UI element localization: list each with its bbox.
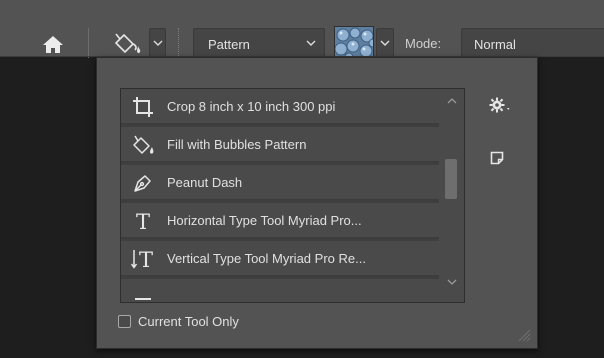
tool-preset-dropdown-button[interactable] [149, 28, 166, 57]
chevron-down-icon[interactable] [447, 279, 457, 286]
current-tool-only-checkbox[interactable] [118, 315, 131, 328]
fill-source-select[interactable]: Pattern [193, 28, 325, 57]
blend-mode-value: Normal [474, 37, 516, 52]
list-item-label: Horizontal Type Tool Myriad Pro... [167, 213, 362, 228]
tool-presets-panel: Crop 8 inch x 10 inch 300 ppi Fill with … [96, 57, 538, 349]
resize-grip-icon[interactable] [515, 326, 531, 342]
horizontal-type-icon: T [130, 208, 156, 234]
mode-label: Mode: [405, 36, 442, 51]
list-item[interactable]: Peanut Dash [121, 165, 439, 201]
paint-bucket-icon [130, 132, 156, 158]
fill-source-value: Pattern [208, 37, 250, 52]
crop-icon [130, 94, 156, 120]
svg-text:T: T [139, 248, 153, 272]
list-item[interactable]: Fill with Bubbles Pattern [121, 127, 439, 163]
list-item[interactable] [121, 279, 439, 302]
options-bar: Pattern Mode: Normal [0, 0, 604, 59]
chevron-down-icon [153, 40, 163, 46]
scrollbar-thumb[interactable] [445, 159, 457, 199]
list-item-label: Fill with Bubbles Pattern [167, 137, 307, 152]
tool-preset-list[interactable]: Crop 8 inch x 10 inch 300 ppi Fill with … [120, 88, 440, 303]
blend-mode-select[interactable]: Normal [461, 28, 604, 57]
home-icon[interactable] [40, 33, 66, 57]
list-item-label: Peanut Dash [167, 175, 243, 190]
vertical-type-icon: T [130, 246, 156, 272]
list-item[interactable]: Crop 8 inch x 10 inch 300 ppi [121, 89, 439, 125]
current-tool-only-label: Current Tool Only [138, 314, 239, 329]
list-scrollbar[interactable] [439, 88, 465, 303]
list-item[interactable]: T Horizontal Type Tool Myriad Pro... [121, 203, 439, 239]
separator [88, 28, 89, 58]
partial-icon [130, 284, 156, 302]
list-item-label: Crop 8 inch x 10 inch 300 ppi [167, 99, 336, 114]
pen-tool-icon [130, 170, 156, 196]
pattern-picker-button[interactable] [376, 28, 394, 57]
chevron-up-icon[interactable] [447, 97, 457, 104]
pattern-swatch[interactable] [334, 26, 374, 58]
chevron-down-icon [380, 40, 390, 46]
new-preset-icon[interactable] [489, 150, 505, 166]
svg-text:T: T [136, 210, 150, 234]
separator [178, 28, 179, 58]
list-item[interactable]: T Vertical Type Tool Myriad Pro Re... [121, 241, 439, 277]
paint-bucket-icon[interactable] [106, 25, 150, 59]
chevron-down-icon [306, 40, 316, 46]
list-item-label: Vertical Type Tool Myriad Pro Re... [167, 251, 366, 266]
gear-icon[interactable] [489, 96, 511, 114]
